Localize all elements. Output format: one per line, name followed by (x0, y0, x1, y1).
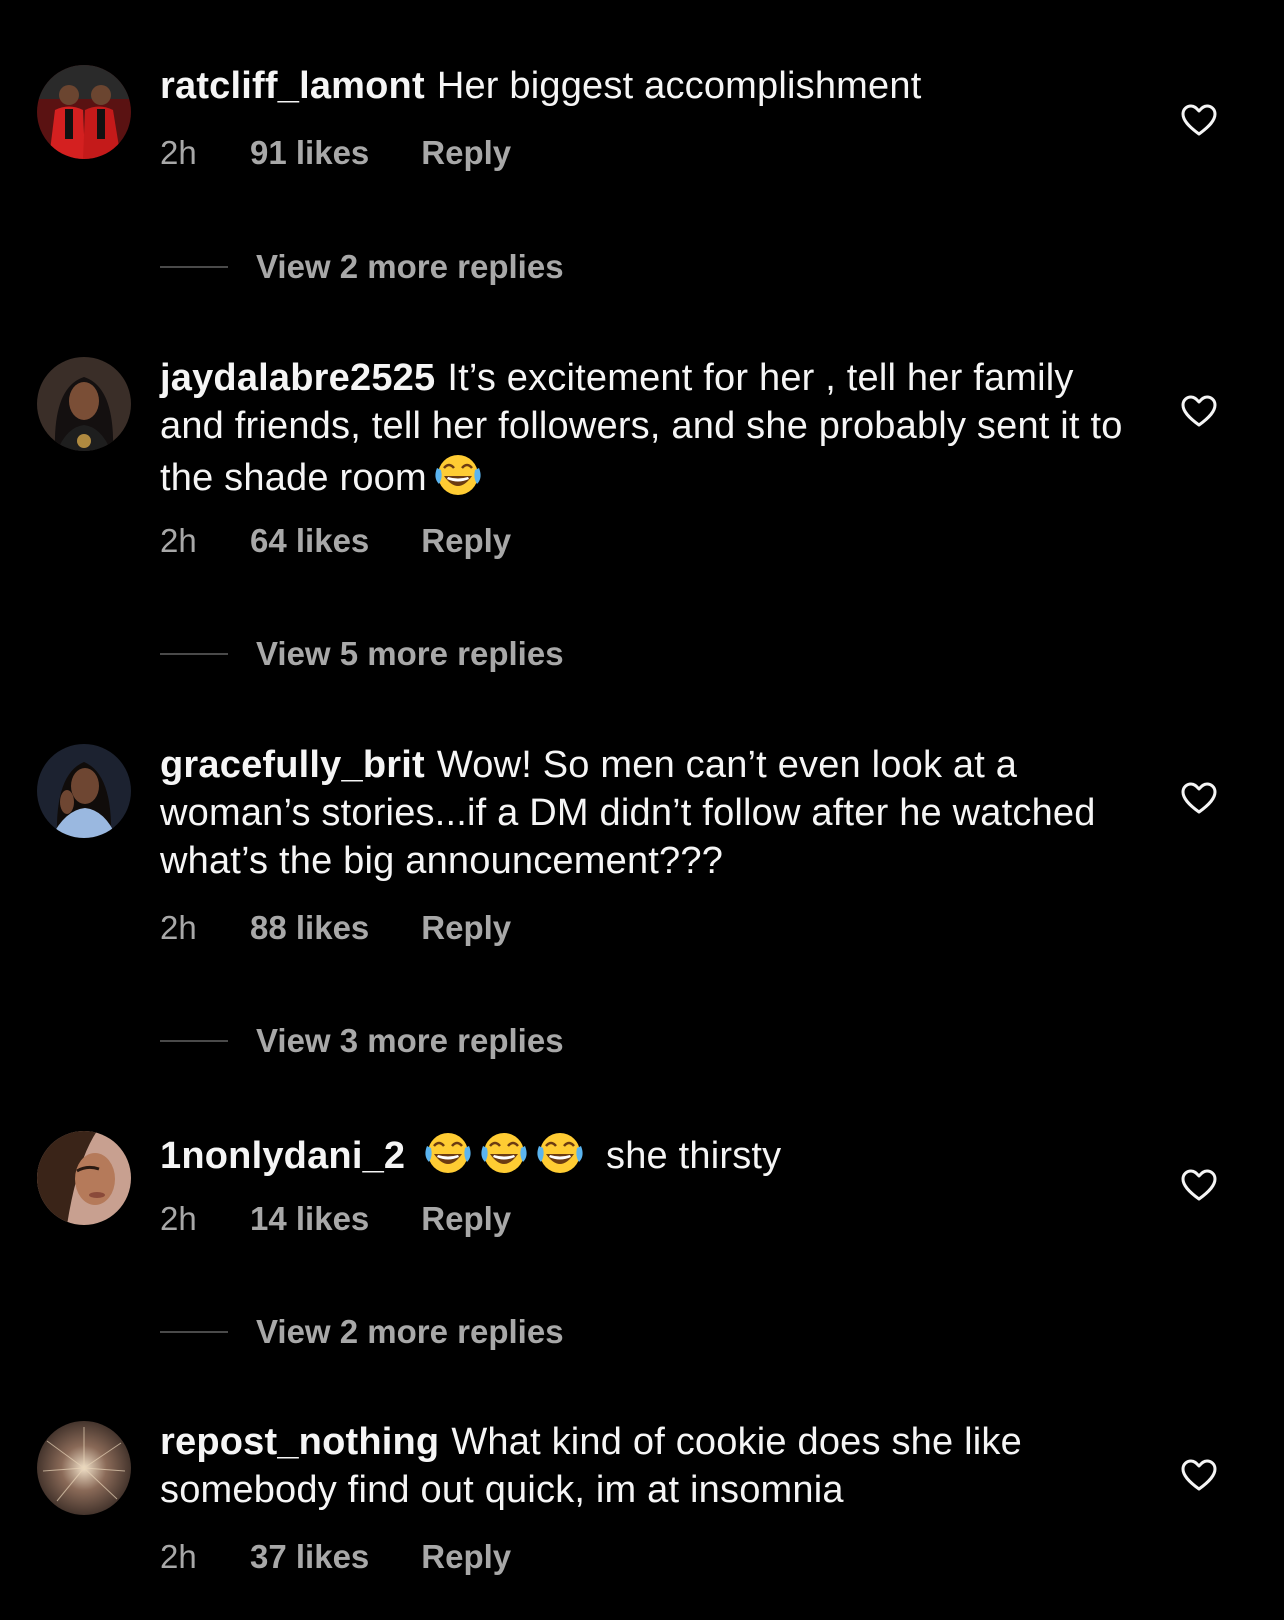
comment-text: repost_nothing What kind of cookie does s… (160, 1418, 1140, 1514)
view-replies-label: View 2 more replies (256, 1313, 564, 1350)
comment-body: Her biggest accomplishment (436, 65, 922, 107)
reply-button[interactable]: Reply (421, 909, 511, 947)
divider-line (160, 266, 228, 268)
laughing-tears-emoji-icon (433, 450, 483, 500)
comment-likes[interactable]: 91 likes (250, 134, 369, 172)
comment-time: 2h (160, 1200, 197, 1237)
view-replies-button[interactable]: View 2 more replies (160, 1313, 564, 1351)
laughing-tears-emoji-icon (535, 1128, 585, 1178)
laughing-tears-emoji-icon (423, 1128, 473, 1178)
comment-meta: 2h 64 likes Reply (160, 522, 511, 560)
reply-button[interactable]: Reply (421, 134, 511, 172)
comment-username[interactable]: repost_nothing (160, 1421, 439, 1463)
heart-icon[interactable] (1180, 1168, 1218, 1202)
comment-username[interactable]: ratcliff_lamont (160, 65, 425, 107)
avatar[interactable] (37, 1131, 131, 1225)
comment-username[interactable]: gracefully_brit (160, 744, 425, 786)
reply-button[interactable]: Reply (421, 1538, 511, 1576)
heart-icon[interactable] (1180, 103, 1218, 137)
view-replies-label: View 3 more replies (256, 1022, 564, 1059)
avatar[interactable] (37, 65, 131, 159)
avatar[interactable] (37, 744, 131, 838)
heart-icon[interactable] (1180, 394, 1218, 428)
comment-time: 2h (160, 134, 197, 171)
comment-text: 1nonlydani_2 she thirsty (160, 1128, 1140, 1180)
comment-username[interactable]: jaydalabre2525 (160, 357, 435, 399)
comment-text: ratcliff_lamont Her biggest accomplishmen… (160, 62, 1140, 110)
comment-likes[interactable]: 88 likes (250, 909, 369, 947)
heart-icon[interactable] (1180, 781, 1218, 815)
avatar[interactable] (37, 1421, 131, 1515)
view-replies-label: View 5 more replies (256, 635, 564, 672)
comment-meta: 2h 37 likes Reply (160, 1538, 511, 1576)
comment-meta: 2h 88 likes Reply (160, 909, 511, 947)
comment-likes[interactable]: 14 likes (250, 1200, 369, 1238)
heart-icon[interactable] (1180, 1458, 1218, 1492)
comment-username[interactable]: 1nonlydani_2 (160, 1135, 405, 1177)
divider-line (160, 1331, 228, 1333)
comment-time: 2h (160, 909, 197, 946)
reply-button[interactable]: Reply (421, 1200, 511, 1238)
comment-likes[interactable]: 37 likes (250, 1538, 369, 1576)
divider-line (160, 653, 228, 655)
comment-time: 2h (160, 522, 197, 559)
laughing-tears-emoji-icon (479, 1128, 529, 1178)
divider-line (160, 1040, 228, 1042)
view-replies-button[interactable]: View 2 more replies (160, 248, 564, 286)
view-replies-button[interactable]: View 3 more replies (160, 1022, 564, 1060)
view-replies-label: View 2 more replies (256, 248, 564, 285)
comment-likes[interactable]: 64 likes (250, 522, 369, 560)
comment-text: jaydalabre2525 It’s excitement for her , … (160, 354, 1140, 502)
view-replies-button[interactable]: View 5 more replies (160, 635, 564, 673)
comment-meta: 2h 91 likes Reply (160, 134, 511, 172)
comment-meta: 2h 14 likes Reply (160, 1200, 511, 1238)
reply-button[interactable]: Reply (421, 522, 511, 560)
comment-body: she thirsty (606, 1135, 782, 1177)
comment-text: gracefully_brit Wow! So men can’t even lo… (160, 741, 1140, 885)
comment-time: 2h (160, 1538, 197, 1575)
avatar[interactable] (37, 357, 131, 451)
